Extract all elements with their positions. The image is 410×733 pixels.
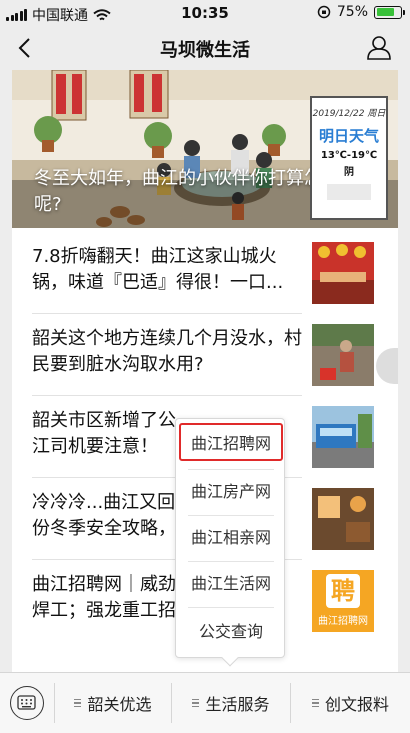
battery-icon	[374, 5, 405, 19]
tab-label: 韶关优选	[87, 695, 152, 714]
tab-shaoguan-picks[interactable]: 韶关优选	[55, 673, 171, 733]
tab-civic-report[interactable]: 创文报料	[291, 673, 410, 733]
nav-bar: 马坝微生活	[0, 26, 410, 70]
article-thumbnail	[312, 324, 374, 386]
menu-item-bus-query[interactable]: 公交查询	[182, 613, 280, 651]
menu-divider	[188, 607, 274, 608]
article-thumbnail	[312, 488, 374, 550]
weather-condition: 阴	[344, 167, 354, 178]
menu-icon	[192, 699, 200, 707]
menu-icon	[74, 699, 82, 707]
page-title: 马坝微生活	[160, 40, 250, 61]
weather-card: 2019/12/22 周日 明日天气 13℃-19℃ 阴	[310, 96, 388, 220]
life-services-menu: 曲江招聘网 曲江房产网 曲江相亲网 曲江生活网 公交查询	[175, 418, 285, 667]
recruit-logo-thumbnail: 聘 曲江招聘网	[312, 570, 374, 632]
article-item-1[interactable]: 7.8折嗨翻天！曲江这家山城火锅，味道『巴适』得很！一口...	[12, 232, 398, 314]
recruit-logo-text: 曲江招聘网	[318, 616, 368, 627]
menu-icon	[311, 699, 319, 707]
status-bar: 中国联通 10:35 75%	[0, 0, 410, 26]
menu-divider	[188, 561, 274, 562]
weather-title: 明日天气	[318, 127, 379, 145]
recruit-logo-char: 聘	[326, 574, 360, 608]
status-right: 75%	[317, 4, 405, 20]
tab-life-services[interactable]: 生活服务	[172, 673, 290, 733]
article-title: 韶关这个地方连续几个月没水，村民要到脏水沟取水用?	[32, 328, 302, 375]
calendar-graphic	[327, 184, 371, 200]
tab-label: 创文报料	[324, 695, 389, 714]
user-icon[interactable]	[366, 34, 392, 60]
menu-item-real-estate[interactable]: 曲江房产网	[182, 473, 280, 511]
battery-level	[376, 8, 394, 16]
menu-divider	[188, 515, 274, 516]
article-item-2[interactable]: 韶关这个地方连续几个月没水，村民要到脏水沟取水用?	[12, 314, 398, 396]
article-thumbnail	[312, 242, 374, 304]
menu-item-recruitment[interactable]: 曲江招聘网	[179, 423, 283, 461]
weather-date: 2019/12/22 周日	[312, 109, 386, 119]
rotation-lock-icon	[317, 5, 331, 19]
menu-item-dating[interactable]: 曲江相亲网	[182, 519, 280, 557]
menu-divider	[188, 469, 274, 470]
article-thumbnail	[312, 406, 374, 468]
hero-banner[interactable]: 冬至大如年，曲江的小伙伴你打算怎么过呢? 2019/12/22 周日 明日天气 …	[12, 70, 398, 228]
weather-temperature: 13℃-19℃	[320, 150, 378, 161]
article-title: 7.8折嗨翻天！曲江这家山城火锅，味道『巴适』得很！一口...	[32, 246, 284, 293]
bottom-menu-bar: 韶关优选 生活服务 创文报料	[0, 672, 410, 733]
battery-percent: 75%	[336, 4, 368, 20]
tab-label: 生活服务	[205, 695, 270, 714]
keyboard-icon[interactable]	[10, 686, 44, 720]
menu-item-life[interactable]: 曲江生活网	[182, 565, 280, 603]
